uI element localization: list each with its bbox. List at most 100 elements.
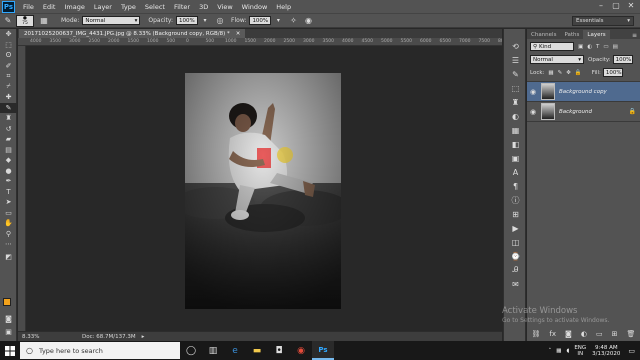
brush-tool-icon[interactable]: ✎	[0, 102, 17, 113]
task-view-icon[interactable]: ▥	[202, 341, 224, 360]
network-icon[interactable]: ▦	[556, 348, 561, 354]
blend-mode-select[interactable]: Normal ▾	[530, 55, 584, 64]
pressure-size-icon[interactable]: ◉	[303, 16, 313, 26]
eye-icon[interactable]: ◉	[527, 108, 539, 116]
maximize-icon[interactable]: ▢	[609, 1, 623, 10]
hand-tool-icon[interactable]: ✋	[0, 218, 17, 229]
menu-3d[interactable]: 3D	[199, 3, 208, 11]
lasso-tool-icon[interactable]: ʘ	[0, 50, 17, 61]
menu-select[interactable]: Select	[145, 3, 165, 11]
zoom-level[interactable]: 8.33%	[22, 334, 52, 340]
more-tools-icon[interactable]: ⋯	[0, 239, 17, 250]
notes-panel-icon[interactable]: ✉	[504, 277, 527, 291]
info-panel-icon[interactable]: ⓘ	[504, 193, 527, 207]
link-layers-icon[interactable]: ⛓	[532, 330, 541, 338]
status-menu-icon[interactable]: ▸	[142, 334, 145, 340]
shape-tool-icon[interactable]: ▭	[0, 208, 17, 219]
quick-mask-icon[interactable]: ◙	[0, 314, 17, 325]
character-panel-icon[interactable]: A	[504, 165, 527, 179]
new-group-icon[interactable]: ▭	[596, 330, 603, 338]
quick-select-tool-icon[interactable]: ✐	[0, 61, 17, 72]
flow-field[interactable]: 100%	[249, 16, 272, 25]
layer-row[interactable]: ◉ Background copy	[527, 82, 640, 102]
menu-help[interactable]: Help	[276, 3, 291, 11]
file-explorer-icon[interactable]: ▬	[246, 341, 268, 360]
workspace-switcher[interactable]: Essentials ▾	[572, 16, 634, 26]
glyphs-panel-icon[interactable]: Ꭿ	[504, 263, 527, 277]
paragraph-panel-icon[interactable]: ¶	[504, 179, 527, 193]
menu-filter[interactable]: Filter	[174, 3, 190, 11]
lock-position-icon[interactable]: ✥	[566, 70, 571, 76]
menu-view[interactable]: View	[217, 3, 232, 11]
properties-panel-icon[interactable]: ☰	[504, 53, 527, 67]
delete-layer-icon[interactable]: 🗑	[627, 330, 636, 338]
gradient-tool-icon[interactable]: ▤	[0, 145, 17, 156]
new-layer-icon[interactable]: ⊞	[612, 330, 618, 338]
menu-image[interactable]: Image	[64, 3, 84, 11]
timeline-panel-icon[interactable]: ⌚	[504, 249, 527, 263]
photoshop-taskbar-icon[interactable]: Ps	[312, 341, 334, 360]
brush-panel-icon[interactable]: ✎	[504, 67, 527, 81]
lock-image-icon[interactable]: ✎	[558, 70, 563, 76]
color-swatches[interactable]	[3, 298, 15, 310]
color-panel-icon[interactable]: ◐	[504, 109, 527, 123]
cortana-icon[interactable]: ◯	[180, 341, 202, 360]
tab-layers[interactable]: Layers	[583, 30, 610, 39]
filter-pixel-icon[interactable]: ▣	[578, 44, 583, 50]
brush-size-picker[interactable]: ● 75	[16, 14, 34, 27]
crop-tool-icon[interactable]: ⌗	[0, 71, 17, 82]
layer-comps-icon[interactable]: ◫	[504, 235, 527, 249]
chevron-down-icon[interactable]: ▾	[273, 16, 283, 26]
airbrush-icon[interactable]: ✧	[288, 16, 298, 26]
history-panel-icon[interactable]: ⟲	[504, 39, 527, 53]
adjustment-layer-icon[interactable]: ◐	[581, 330, 587, 338]
eye-icon[interactable]: ◉	[527, 88, 539, 96]
marquee-tool-icon[interactable]: ⬚	[0, 40, 17, 51]
blur-tool-icon[interactable]: ◆	[0, 155, 17, 166]
lock-all-icon[interactable]: 🔒	[575, 70, 582, 76]
brush-presets-icon[interactable]: ⬚	[504, 81, 527, 95]
dodge-tool-icon[interactable]: ●	[0, 166, 17, 177]
navigator-panel-icon[interactable]: ⊞	[504, 207, 527, 221]
tab-paths[interactable]: Paths	[560, 30, 583, 39]
edge-browser-icon[interactable]: e	[224, 341, 246, 360]
panel-menu-icon[interactable]: ≡	[632, 32, 637, 39]
layer-opacity-field[interactable]: 100%	[612, 55, 633, 64]
layer-name[interactable]: Background	[559, 109, 592, 115]
history-brush-tool-icon[interactable]: ↺	[0, 124, 17, 135]
close-tab-icon[interactable]: ✕	[236, 31, 241, 37]
path-select-tool-icon[interactable]: ➤	[0, 197, 17, 208]
close-icon[interactable]: ✕	[624, 1, 638, 10]
notification-icon[interactable]: ▭	[628, 347, 635, 355]
type-tool-icon[interactable]: T	[0, 187, 17, 198]
volume-icon[interactable]: ◖	[566, 348, 569, 354]
add-mask-icon[interactable]: ◙	[565, 330, 572, 338]
screen-mode-icon[interactable]: ▣	[0, 327, 17, 338]
clone-source-icon[interactable]: ♜	[504, 95, 527, 109]
mode-select[interactable]: Normal ▾	[82, 16, 141, 25]
menu-layer[interactable]: Layer	[94, 3, 112, 11]
actions-panel-icon[interactable]: ▶	[504, 221, 527, 235]
brush-tool-preset-icon[interactable]: ✎	[3, 16, 13, 26]
opacity-field[interactable]: 100%	[176, 16, 199, 25]
menu-type[interactable]: Type	[121, 3, 136, 11]
layer-style-icon[interactable]: fx	[549, 330, 556, 338]
pen-tool-icon[interactable]: ✒	[0, 176, 17, 187]
store-icon[interactable]: ◘	[268, 341, 290, 360]
clock[interactable]: 9:48 AM 3/13/2020	[592, 345, 620, 357]
filter-shape-icon[interactable]: ▭	[603, 44, 608, 50]
layer-row[interactable]: ◉ Background 🔒	[527, 102, 640, 122]
document-image[interactable]	[185, 73, 341, 309]
kind-filter-select[interactable]: ⚲ Kind	[530, 42, 574, 51]
adjustments-panel-icon[interactable]: ◧	[504, 137, 527, 151]
default-colors-icon[interactable]: ◩	[0, 252, 17, 263]
chrome-icon[interactable]: ◉	[290, 341, 312, 360]
swatches-panel-icon[interactable]: ▦	[504, 123, 527, 137]
filter-smart-icon[interactable]: ▤	[613, 44, 618, 50]
brush-panel-icon[interactable]: ▦	[39, 16, 49, 26]
layer-name[interactable]: Background copy	[559, 89, 607, 95]
taskbar-search-box[interactable]: ○ Type here to search	[20, 342, 180, 359]
clone-stamp-tool-icon[interactable]: ♜	[0, 113, 17, 124]
lock-pixels-icon[interactable]: ▦	[548, 70, 553, 76]
foreground-color-swatch[interactable]	[3, 298, 11, 306]
